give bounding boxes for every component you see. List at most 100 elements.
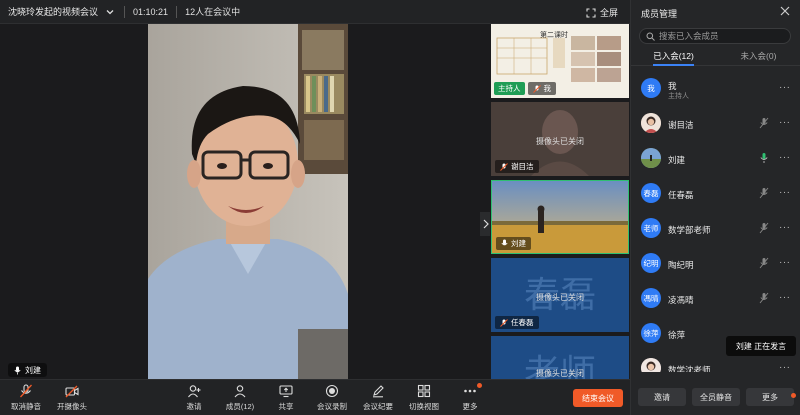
search-icon [646, 32, 655, 41]
more-options-icon[interactable]: ··· [779, 292, 791, 303]
member-name: 徐萍 [668, 330, 686, 340]
more-button[interactable]: 更多 [448, 383, 492, 412]
invite-member-button[interactable]: 邀请 [638, 388, 686, 406]
member-name: 谢目洁 [668, 120, 694, 130]
avatar [641, 358, 661, 372]
mic-muted-icon[interactable] [759, 292, 769, 304]
panel-title: 成员管理 [641, 9, 678, 19]
chevron-down-icon[interactable] [104, 6, 116, 18]
more-options-icon[interactable]: ··· [779, 187, 791, 198]
switch-view-button[interactable]: 切换视图 [402, 384, 446, 412]
member-row-me[interactable]: 我 我 主持人 ··· [631, 72, 800, 105]
thumbnail-label-ren: 任春磊 [495, 316, 539, 329]
tab-not-joined[interactable]: 未入会(0) [716, 48, 800, 65]
more-options-icon[interactable]: ··· [779, 82, 791, 93]
member-name: 任春磊 [668, 190, 694, 200]
mic-muted-icon[interactable] [759, 117, 769, 129]
speaker-name-tag: 刘建 [8, 363, 47, 377]
fullscreen-icon [586, 7, 596, 18]
member-row-tao[interactable]: 纪明 陶纪明 ··· [631, 247, 800, 280]
minutes-button[interactable]: 会议纪要 [356, 384, 400, 412]
members-button[interactable]: 成员(12) [218, 384, 262, 412]
add-user-icon [188, 385, 201, 398]
member-search[interactable] [639, 28, 791, 44]
thumbnail-tile-liu-active[interactable]: 刘建 [491, 180, 629, 254]
member-search-input[interactable] [659, 31, 779, 41]
bottom-toolbar: 取消静音 开摄像头 邀请 成员(12) 共享 会议录制 会议纪要 切换视图 更多… [0, 379, 630, 415]
member-role: 主持人 [668, 93, 689, 100]
panel-more-button[interactable]: 更多 [746, 388, 796, 406]
record-button[interactable]: 会议录制 [310, 384, 354, 412]
more-options-icon[interactable]: ··· [779, 152, 791, 163]
end-meeting-button[interactable]: 结束会议 [573, 389, 623, 407]
tab-joined[interactable]: 已入会(12) [631, 48, 716, 66]
avatar: 老师 [641, 218, 661, 238]
speaker-name: 刘建 [25, 365, 41, 375]
unmute-button[interactable]: 取消静音 [4, 384, 48, 412]
avatar-text: 春磊 [643, 188, 659, 198]
camera-label: 开摄像头 [57, 402, 87, 411]
screen-share-icon [279, 385, 293, 398]
member-row-liu[interactable]: 刘建 ··· [631, 142, 800, 175]
fullscreen-button[interactable]: 全屏 [586, 6, 618, 19]
panel-more-label: 更多 [762, 392, 778, 402]
minutes-label: 会议纪要 [363, 402, 393, 411]
more-icon [464, 389, 476, 393]
avatar [641, 113, 661, 133]
divider [176, 5, 178, 18]
avatar-photo [641, 148, 661, 168]
mic-muted-icon[interactable] [759, 222, 769, 234]
mic-muted-icon[interactable] [759, 257, 769, 269]
more-options-icon[interactable]: ··· [779, 117, 791, 128]
member-row-math-teacher[interactable]: 老师 数学部老师 ··· [631, 212, 800, 245]
more-options-icon[interactable]: ··· [779, 222, 791, 233]
mic-muted-icon [500, 318, 508, 327]
thumbnail-tile-me[interactable]: 第二课时 主持人 我 [491, 24, 629, 98]
camera-off-text: 摄像头已关闭 [536, 293, 584, 302]
member-name: 数学部老师 [668, 225, 711, 235]
avatar: 我 [641, 78, 661, 98]
mute-all-button[interactable]: 全员静音 [692, 388, 740, 406]
avatar-text: 老师 [643, 223, 659, 233]
shared-screen-title: 第二课时 [540, 31, 568, 39]
thumbnail-tile-ren[interactable]: 春磊 摄像头已关闭 任春磊 [491, 258, 629, 332]
camera-button[interactable]: 开摄像头 [50, 384, 94, 412]
avatar-text: 纪明 [643, 258, 659, 268]
record-label: 会议录制 [317, 402, 347, 411]
panel-footer: 邀请 全员静音 更多 [631, 379, 800, 415]
mic-muted-icon [20, 384, 32, 398]
thumbnail-name-wrap: 我 [527, 82, 556, 95]
thumbnail-tile-xie[interactable]: 摄像头已关闭 谢目洁 [491, 102, 629, 176]
member-row-xie[interactable]: 谢目洁 ··· [631, 107, 800, 140]
more-options-icon[interactable]: ··· [779, 362, 791, 372]
avatar-text: 馮晴 [643, 293, 659, 303]
close-icon[interactable] [780, 6, 790, 16]
meeting-duration: 01:10:21 [133, 6, 169, 17]
fullscreen-label: 全屏 [599, 8, 618, 18]
thumbnail-strip[interactable]: 第二课时 主持人 我 摄像头已关闭 谢目洁 刘建 春磊 摄像头已关闭 任春磊 老… [490, 24, 630, 379]
mic-muted-icon[interactable] [759, 187, 769, 199]
top-bar: 沈晓玲发起的视频会议 01:10:21 12人在会议中 全屏 [0, 0, 630, 24]
speaking-tooltip: 刘建 正在发言 [726, 336, 796, 356]
thumbnail-label-me: 主持人 我 [494, 82, 556, 95]
meeting-title[interactable]: 沈晓玲发起的视频会议 [8, 5, 98, 18]
pen-icon [373, 385, 384, 398]
member-row-ling[interactable]: 馮晴 凌馮晴 ··· [631, 282, 800, 315]
mic-muted-icon [532, 84, 541, 93]
mic-active-icon[interactable] [759, 152, 769, 164]
share-button[interactable]: 共享 [264, 384, 308, 412]
member-name: 陶纪明 [668, 260, 694, 270]
main-video-area[interactable]: 刘建 [0, 24, 492, 379]
switch-view-label: 切换视图 [409, 402, 439, 411]
thumbnail-name: 刘建 [511, 239, 526, 248]
camera-off-text: 摄像头已关闭 [536, 137, 584, 146]
member-row-ren[interactable]: 春磊 任春磊 ··· [631, 177, 800, 210]
share-label: 共享 [278, 402, 294, 411]
chevron-right-icon [483, 219, 489, 229]
avatar: 春磊 [641, 183, 661, 203]
more-options-icon[interactable]: ··· [779, 257, 791, 268]
invite-button[interactable]: 邀请 [172, 384, 216, 412]
speaker-video-frame [148, 24, 348, 379]
thumbnail-tile-teacher[interactable]: 老师 摄像头已关闭 [491, 336, 629, 379]
mic-muted-icon [500, 162, 508, 171]
